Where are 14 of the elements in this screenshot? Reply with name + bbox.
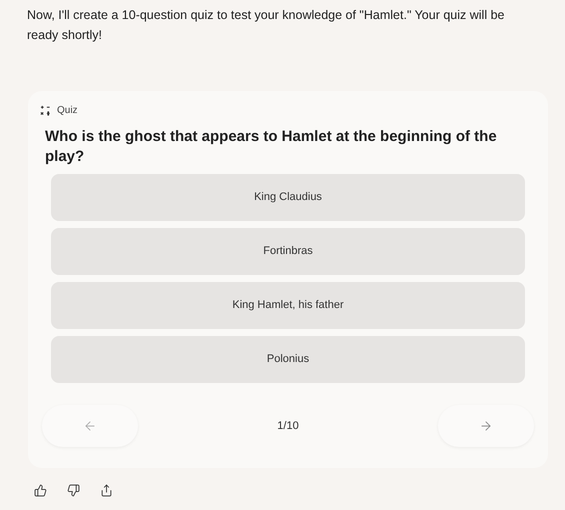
message-text: Now, I'll create a 10-question quiz to test your knowledge of "Hamlet." Your quiz will be ready shortly! xyxy=(27,7,506,44)
thumbs-down-icon[interactable] xyxy=(67,484,80,497)
calculator-icon xyxy=(40,105,51,116)
arrow-right-icon xyxy=(478,419,493,433)
question-text: Who is the ghost that appears to Hamlet at the beginning of the play? xyxy=(44,127,498,167)
share-icon[interactable] xyxy=(100,484,113,497)
thumbs-up-icon[interactable] xyxy=(34,484,47,497)
progress-text: 1/10 xyxy=(277,418,299,434)
answer-option[interactable]: Fortinbras xyxy=(51,228,525,275)
arrow-left-icon xyxy=(83,419,97,433)
answer-option[interactable]: Polonius xyxy=(51,336,525,383)
answer-option[interactable]: King Claudius xyxy=(51,174,525,221)
quiz-label: Quiz xyxy=(57,104,78,118)
answer-option[interactable]: King Hamlet, his father xyxy=(51,282,525,329)
